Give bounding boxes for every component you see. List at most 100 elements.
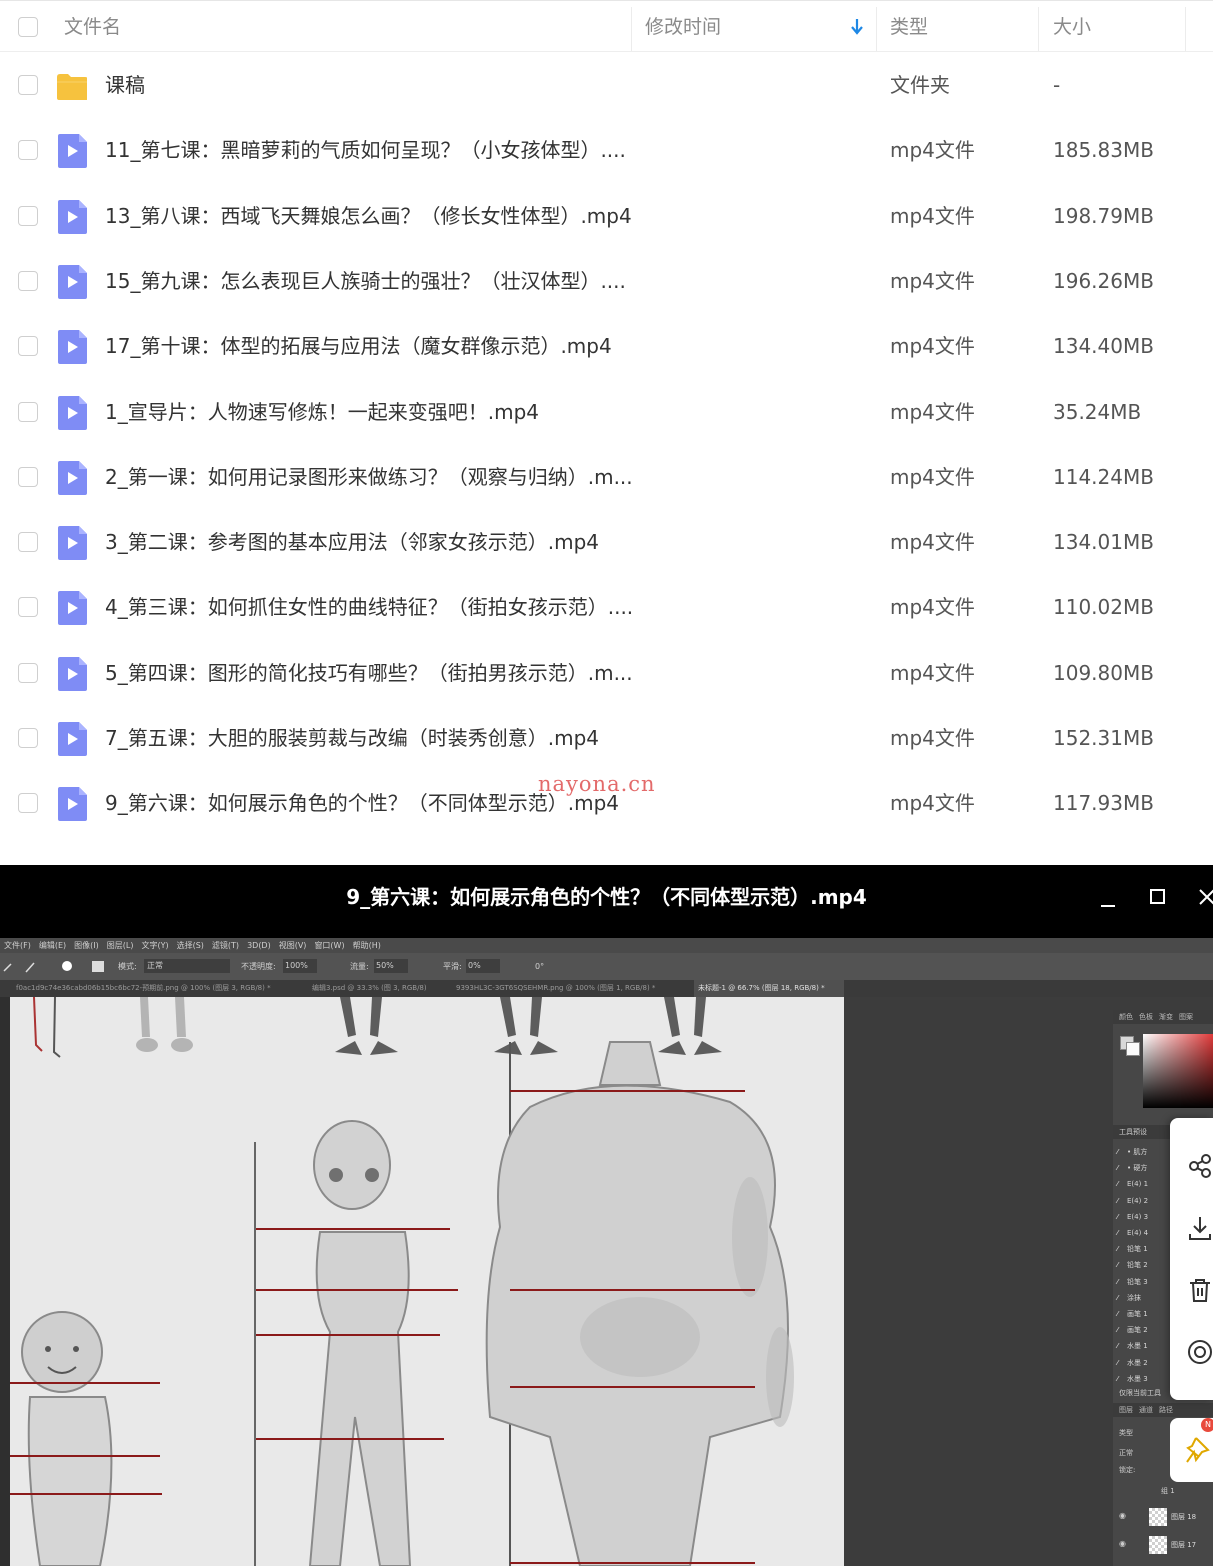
column-divider[interactable] <box>1185 7 1186 51</box>
watermark-text: nayona.cn <box>538 772 656 796</box>
file-size: - <box>1053 73 1061 97</box>
column-header-size[interactable]: 大小 <box>1053 1 1091 53</box>
file-row[interactable]: 3_第二课：参考图的基本应用法（邻家女孩示范）.mp4 mp4文件 134.01MB <box>0 510 1213 575</box>
row-checkbox[interactable] <box>18 75 38 95</box>
file-name[interactable]: 1_宣导片：人物速写修炼！一起来变强吧！.mp4 <box>105 380 539 445</box>
column-divider[interactable] <box>631 7 632 51</box>
file-row[interactable]: 4_第三课：如何抓住女性的曲线特征？（街拍女孩示范）.... mp4文件 110.0… <box>0 575 1213 640</box>
tool-preset-item: ⁄ E(4) 4 <box>1117 1225 1148 1241</box>
panel-tab: 色板 <box>1139 1013 1153 1021</box>
file-name[interactable]: 5_第四课：图形的简化技巧有哪些？（街拍男孩示范）.m... <box>105 641 633 706</box>
row-checkbox[interactable] <box>18 140 38 161</box>
file-name[interactable]: 11_第七课：黑暗萝莉的气质如何呈现？（小女孩体型）.... <box>105 118 626 183</box>
share-icon[interactable] <box>1186 1152 1213 1180</box>
tool-preset-item: ⁄ E(4) 2 <box>1117 1193 1148 1209</box>
column-divider[interactable] <box>1038 7 1039 51</box>
floating-action-bar <box>1170 1118 1213 1400</box>
row-checkbox[interactable] <box>18 793 38 814</box>
video-file-icon <box>58 199 87 234</box>
ps-toolbar <box>0 997 10 1566</box>
file-row[interactable]: 2_第一课：如何用记录图形来做练习？（观察与归纳）.m... mp4文件 114.2… <box>0 445 1213 510</box>
close-icon[interactable] <box>1190 879 1213 913</box>
file-row[interactable]: 15_第九课：怎么表现巨人族骑士的强壮？（壮汉体型）.... mp4文件 196.2… <box>0 249 1213 314</box>
tool-preset-label: E(4) 4 <box>1127 1229 1149 1237</box>
pin-button[interactable]: N <box>1170 1418 1213 1482</box>
row-checkbox[interactable] <box>18 532 38 553</box>
file-type: mp4文件 <box>890 530 975 555</box>
brush-preset-icon: ⁄ <box>1117 1277 1119 1286</box>
layer-blend-mode: 正常 <box>1119 1449 1133 1457</box>
file-row[interactable]: 17_第十课：体型的拓展与应用法（魔女群像示范）.mp4 mp4文件 134.40M… <box>0 314 1213 379</box>
file-name[interactable]: 3_第二课：参考图的基本应用法（邻家女孩示范）.mp4 <box>105 510 599 575</box>
brush-preset-icon: ⁄ <box>1117 1342 1119 1351</box>
file-row[interactable]: 1_宣导片：人物速写修炼！一起来变强吧！.mp4 mp4文件 35.24MB <box>0 380 1213 445</box>
file-name[interactable]: 课稿 <box>105 53 145 118</box>
color-picker-field <box>1143 1034 1213 1108</box>
video-file-icon <box>58 330 87 365</box>
file-row[interactable]: 5_第四课：图形的简化技巧有哪些？（街拍男孩示范）.m... mp4文件 109.8… <box>0 641 1213 706</box>
video-file-icon <box>58 722 87 756</box>
angle-value: 0° <box>535 962 545 971</box>
brush-preset-icon: ⁄ <box>1117 1358 1119 1367</box>
folder-row[interactable]: 课稿 文件夹 - <box>0 53 1213 118</box>
tool-preset-label: 水墨 1 <box>1127 1342 1148 1351</box>
select-all-checkbox[interactable] <box>18 17 38 37</box>
tool-preset-item: ⁄ 铅笔 2 <box>1117 1257 1148 1273</box>
brush-preset-icon: ⁄ <box>1117 1180 1119 1189</box>
row-checkbox[interactable] <box>18 597 38 618</box>
tool-preset-label: 铅笔 2 <box>1127 1261 1148 1270</box>
file-name[interactable]: 4_第三课：如何抓住女性的曲线特征？（街拍女孩示范）.... <box>105 575 633 640</box>
row-checkbox[interactable] <box>18 662 38 683</box>
file-size: 134.40MB <box>1053 334 1154 359</box>
color-panel-tabs: 颜色 色板 渐变 图案 <box>1113 1010 1213 1024</box>
maximize-icon[interactable] <box>1140 879 1174 913</box>
panel-tab: 图案 <box>1179 1013 1193 1021</box>
file-name[interactable]: 7_第五课：大胆的服装剪裁与改编（时装秀创意）.mp4 <box>105 706 599 771</box>
column-header-modified[interactable]: 修改时间 <box>645 1 721 53</box>
file-type: mp4文件 <box>890 726 975 750</box>
file-name[interactable]: 17_第十课：体型的拓展与应用法（魔女群像示范）.mp4 <box>105 314 612 379</box>
brush-tool-icon <box>3 962 35 973</box>
delete-icon[interactable] <box>1186 1276 1213 1304</box>
view-icon[interactable] <box>1186 1338 1213 1366</box>
tool-preset-item: ⁄ 铅笔 1 <box>1117 1241 1148 1257</box>
row-checkbox[interactable] <box>18 401 38 422</box>
video-file-icon <box>58 526 87 561</box>
video-file-icon <box>58 134 87 169</box>
file-row[interactable]: 7_第五课：大胆的服装剪裁与改编（时装秀创意）.mp4 mp4文件 152.31MB <box>0 706 1213 771</box>
brush-preset-icon: ⁄ <box>1117 1326 1119 1335</box>
tool-preset-label: 画笔 1 <box>1127 1310 1148 1318</box>
minimize-icon[interactable] <box>1090 879 1124 913</box>
pin-icon[interactable] <box>1184 1434 1212 1464</box>
row-checkbox[interactable] <box>18 728 38 748</box>
file-row[interactable]: 11_第七课：黑暗萝莉的气质如何呈现？（小女孩体型）.... mp4文件 185.8… <box>0 118 1213 183</box>
row-checkbox[interactable] <box>18 336 38 357</box>
column-divider[interactable] <box>876 7 877 51</box>
tool-preset-label: E(4) 2 <box>1127 1196 1149 1205</box>
row-checkbox[interactable] <box>18 205 38 226</box>
file-type: mp4文件 <box>890 334 975 359</box>
layer-name: 图层 18 <box>1171 1513 1197 1521</box>
layer-group: 组 1 <box>1161 1487 1175 1495</box>
file-row[interactable]: 13_第八课：西域飞天舞娘怎么画？（修长女性体型）.mp4 mp4文件 198.79… <box>0 184 1213 249</box>
file-name[interactable]: 13_第八课：西域飞天舞娘怎么画？（修长女性体型）.mp4 <box>105 184 632 249</box>
download-icon[interactable] <box>1186 1214 1213 1242</box>
layer-thumbnail <box>1149 1536 1167 1554</box>
file-name[interactable]: 2_第一课：如何用记录图形来做练习？（观察与归纳）.m... <box>105 445 633 510</box>
tool-preset-item: ⁄ • 硬方 <box>1117 1160 1147 1176</box>
row-checkbox[interactable] <box>18 466 38 487</box>
layer-filter: 类型 <box>1119 1429 1133 1437</box>
column-header-type[interactable]: 类型 <box>890 1 928 53</box>
ps-menu-item: 文件(F) <box>4 941 31 950</box>
video-player-window[interactable]: 9_第六课：如何展示角色的个性？（不同体型示范）.mp4 文件(F) 编辑(E) 图… <box>0 865 1213 1566</box>
file-name[interactable]: 15_第九课：怎么表现巨人族骑士的强壮？（壮汉体型）.... <box>105 249 626 314</box>
column-header-name[interactable]: 文件名 <box>64 1 121 53</box>
tool-preset-label: • 硬方 <box>1127 1164 1148 1173</box>
tool-preset-label: 涂抹 <box>1127 1293 1141 1302</box>
row-checkbox[interactable] <box>18 270 38 291</box>
file-size: 117.93MB <box>1053 791 1154 816</box>
file-size: 198.79MB <box>1053 203 1154 228</box>
file-size: 114.24MB <box>1053 464 1154 489</box>
sort-descending-icon[interactable] <box>849 17 865 37</box>
panel-tab: 渐变 <box>1159 1013 1173 1021</box>
